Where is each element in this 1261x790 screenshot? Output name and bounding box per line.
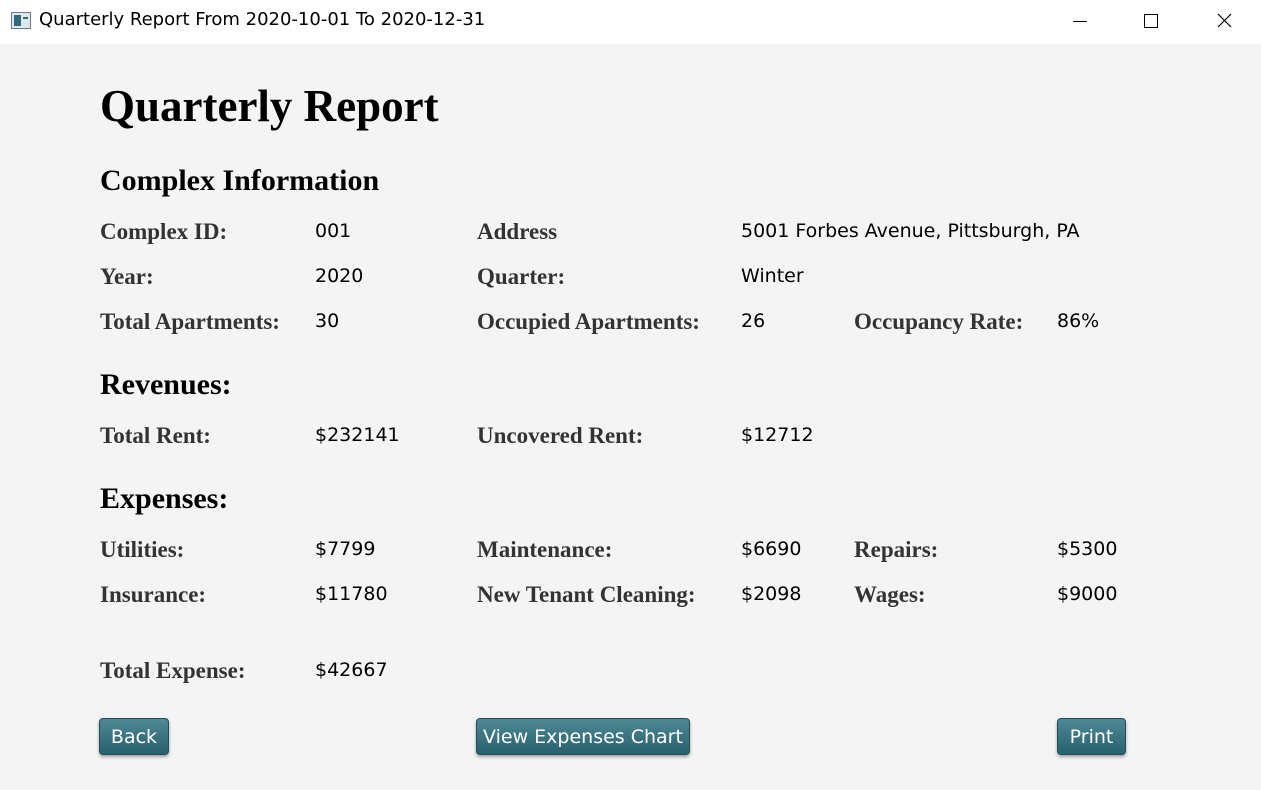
- quarter-label: Quarter:: [477, 264, 566, 289]
- wages-value: $9000: [1057, 583, 1118, 605]
- view-expenses-chart-button[interactable]: View Expenses Chart: [476, 718, 690, 755]
- utilities-value: $7799: [315, 538, 376, 560]
- complex-id-label: Complex ID:: [100, 219, 228, 244]
- occupancy-rate-value: 86%: [1057, 310, 1100, 332]
- app-icon: [11, 12, 31, 29]
- minimize-icon: [1073, 21, 1087, 22]
- occupied-apartments-value: 26: [741, 310, 766, 332]
- complex-info-heading: Complex Information: [100, 164, 380, 197]
- uncovered-rent-label: Uncovered Rent:: [477, 423, 644, 448]
- maximize-button[interactable]: [1116, 0, 1188, 44]
- report-content: Quarterly Report Complex Information Com…: [0, 44, 1261, 790]
- print-button[interactable]: Print: [1057, 718, 1126, 755]
- complex-id-value: 001: [315, 220, 352, 242]
- close-icon: [1217, 13, 1232, 28]
- address-value: 5001 Forbes Avenue, Pittsburgh, PA: [741, 220, 1080, 242]
- close-button[interactable]: [1188, 0, 1260, 44]
- cleaning-label: New Tenant Cleaning:: [477, 582, 696, 607]
- total-rent-value: $232141: [315, 424, 400, 446]
- occupancy-rate-label: Occupancy Rate:: [854, 309, 1024, 334]
- total-apartments-label: Total Apartments:: [100, 309, 280, 334]
- window-title: Quarterly Report From 2020-10-01 To 2020…: [39, 9, 486, 30]
- back-button[interactable]: Back: [99, 718, 169, 755]
- repairs-label: Repairs:: [854, 537, 939, 562]
- occupied-apartments-label: Occupied Apartments:: [477, 309, 700, 334]
- wages-label: Wages:: [854, 582, 926, 607]
- maintenance-value: $6690: [741, 538, 802, 560]
- maintenance-label: Maintenance:: [477, 537, 613, 562]
- insurance-value: $11780: [315, 583, 388, 605]
- year-value: 2020: [315, 265, 364, 287]
- cleaning-value: $2098: [741, 583, 802, 605]
- utilities-label: Utilities:: [100, 537, 185, 562]
- insurance-label: Insurance:: [100, 582, 207, 607]
- expenses-heading: Expenses:: [100, 482, 229, 515]
- total-apartments-value: 30: [315, 310, 340, 332]
- total-rent-label: Total Rent:: [100, 423, 211, 448]
- total-expense-label: Total Expense:: [100, 658, 246, 683]
- address-label: Address: [477, 219, 558, 244]
- maximize-icon: [1144, 14, 1158, 28]
- total-expense-value: $42667: [315, 659, 388, 681]
- page-title: Quarterly Report: [100, 81, 439, 131]
- repairs-value: $5300: [1057, 538, 1118, 560]
- revenues-heading: Revenues:: [100, 368, 232, 401]
- quarter-value: Winter: [741, 265, 804, 287]
- year-label: Year:: [100, 264, 154, 289]
- uncovered-rent-value: $12712: [741, 424, 814, 446]
- title-bar: Quarterly Report From 2020-10-01 To 2020…: [0, 0, 1261, 44]
- minimize-button[interactable]: [1044, 0, 1116, 44]
